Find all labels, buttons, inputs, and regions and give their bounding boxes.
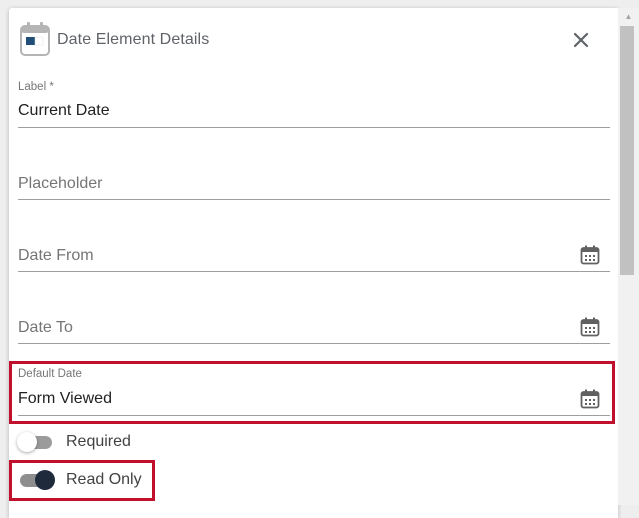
date-from-placeholder[interactable]: Date From	[18, 247, 94, 265]
required-toggle-row[interactable]: Required	[17, 430, 131, 454]
read-only-label: Read Only	[66, 471, 142, 488]
label-field[interactable]: Label * Current Date	[18, 81, 610, 128]
scrollbar-thumb[interactable]	[620, 26, 634, 275]
label-field-value[interactable]: Current Date	[18, 102, 110, 120]
placeholder-field-placeholder[interactable]: Placeholder	[18, 175, 103, 193]
close-icon[interactable]	[570, 29, 592, 51]
date-from-field[interactable]: Date From	[18, 224, 610, 272]
required-toggle[interactable]	[17, 431, 54, 453]
default-date-value[interactable]: Form Viewed	[18, 390, 112, 408]
default-date-field[interactable]: Default Date Form Viewed	[18, 368, 610, 416]
calendar-icon	[20, 22, 50, 56]
read-only-toggle-row[interactable]: Read Only	[18, 468, 142, 492]
calendar-icon[interactable]	[580, 389, 600, 409]
label-field-label: Label *	[18, 81, 54, 93]
calendar-icon[interactable]	[580, 317, 600, 337]
scroll-up-arrow[interactable]: ▲	[618, 8, 639, 25]
date-to-field[interactable]: Date To	[18, 296, 610, 344]
placeholder-field[interactable]: Placeholder	[18, 152, 610, 200]
dialog-title: Date Element Details	[57, 31, 210, 48]
default-date-label: Default Date	[18, 368, 82, 380]
date-to-placeholder[interactable]: Date To	[18, 319, 73, 337]
toggle-knob	[17, 432, 37, 452]
required-label: Required	[66, 433, 131, 450]
calendar-icon[interactable]	[580, 245, 600, 265]
read-only-toggle[interactable]	[18, 469, 55, 491]
toggle-knob	[35, 470, 55, 490]
